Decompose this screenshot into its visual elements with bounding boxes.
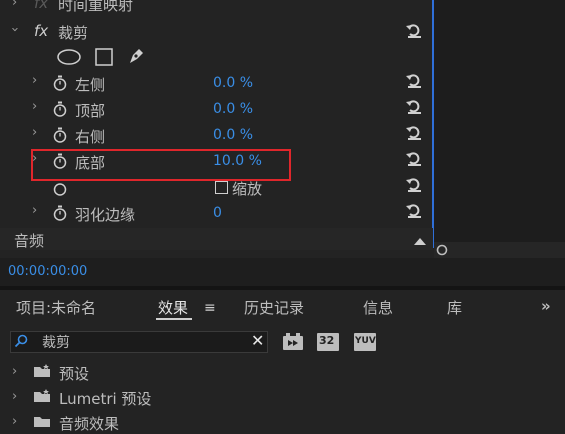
pen-mask-icon[interactable] [126, 46, 146, 66]
tree-item-presets[interactable]: 预设 [59, 363, 89, 384]
32bit-label: 32 [319, 334, 335, 347]
yuv-label: YUV [355, 336, 376, 346]
audio-section-label: 音频 [14, 232, 45, 250]
panel-menu-icon[interactable]: ≡ [204, 300, 216, 316]
tab-info[interactable]: 信息 [363, 297, 393, 318]
accelerated-effects-icon[interactable] [282, 333, 304, 351]
stopwatch-icon[interactable] [53, 101, 67, 117]
reset-icon[interactable] [405, 72, 423, 88]
tab-history[interactable]: 历史记录 [244, 297, 304, 318]
reset-icon[interactable] [405, 202, 423, 218]
tab-library[interactable]: 库 [447, 297, 462, 318]
crop-effect-label: 裁剪 [58, 24, 89, 42]
expand-chevron-icon[interactable]: › [12, 364, 17, 379]
tab-effects[interactable]: 效果 [158, 297, 188, 318]
more-tabs-icon[interactable]: » [541, 297, 551, 315]
collapse-chevron-icon[interactable]: › [7, 27, 22, 32]
stopwatch-icon[interactable] [53, 205, 67, 221]
keyframe-timeline-area[interactable] [434, 0, 565, 258]
zoom-label: 缩放 [232, 180, 263, 198]
rectangle-mask-icon[interactable] [94, 47, 114, 67]
expand-chevron-icon[interactable]: › [12, 414, 17, 429]
param-label-right: 右侧 [75, 128, 106, 146]
feather-edges-value[interactable]: 0 [213, 205, 222, 221]
feather-edges-label: 羽化边缘 [75, 206, 136, 224]
folder-star-icon [34, 389, 50, 402]
param-value-left[interactable]: 0.0 % [213, 75, 253, 91]
reset-icon[interactable] [405, 98, 423, 114]
expand-chevron-icon[interactable]: › [12, 0, 17, 10]
zoom-checkbox[interactable] [215, 181, 228, 194]
search-query[interactable]: 裁剪 [42, 332, 70, 352]
stopwatch-icon[interactable] [53, 127, 67, 143]
expand-chevron-icon[interactable]: › [32, 125, 37, 140]
expand-chevron-icon[interactable]: › [32, 73, 37, 88]
highlight-box [31, 149, 291, 181]
tree-item-lumetri-presets[interactable]: Lumetri 预设 [59, 388, 151, 409]
reset-icon[interactable] [405, 124, 423, 140]
param-value-top[interactable]: 0.0 % [213, 101, 253, 117]
expand-chevron-icon[interactable]: › [32, 99, 37, 114]
reset-icon[interactable] [405, 150, 423, 166]
audio-section [0, 228, 433, 250]
current-timecode[interactable]: 00:00:00:00 [8, 264, 87, 279]
ellipse-mask-icon[interactable] [56, 48, 82, 66]
reset-icon[interactable] [405, 176, 423, 192]
zoom-handle-icon[interactable] [436, 244, 448, 256]
param-label-left: 左侧 [75, 76, 106, 94]
expand-chevron-icon[interactable]: › [12, 389, 17, 404]
fx-icon: fx [34, 0, 49, 12]
time-remap-label: 时间重映射 [58, 0, 134, 14]
active-tab-underline [156, 318, 192, 320]
param-value-right[interactable]: 0.0 % [213, 127, 253, 143]
expand-chevron-icon[interactable]: › [32, 203, 37, 218]
scroll-up-icon[interactable] [413, 236, 427, 246]
stopwatch-icon[interactable] [53, 180, 67, 196]
stopwatch-icon[interactable] [53, 75, 67, 91]
playhead-line[interactable] [432, 0, 434, 248]
folder-star-icon [34, 364, 50, 377]
fx-icon[interactable]: fx [34, 22, 48, 40]
clear-search-icon[interactable]: ✕ [251, 331, 264, 350]
folder-icon [34, 417, 50, 427]
timeline-zoom-bar[interactable] [434, 242, 565, 258]
tab-project[interactable]: 项目:未命名 [16, 297, 96, 318]
search-icon [14, 334, 28, 348]
reset-icon[interactable] [405, 22, 423, 38]
param-label-top: 顶部 [75, 102, 106, 120]
